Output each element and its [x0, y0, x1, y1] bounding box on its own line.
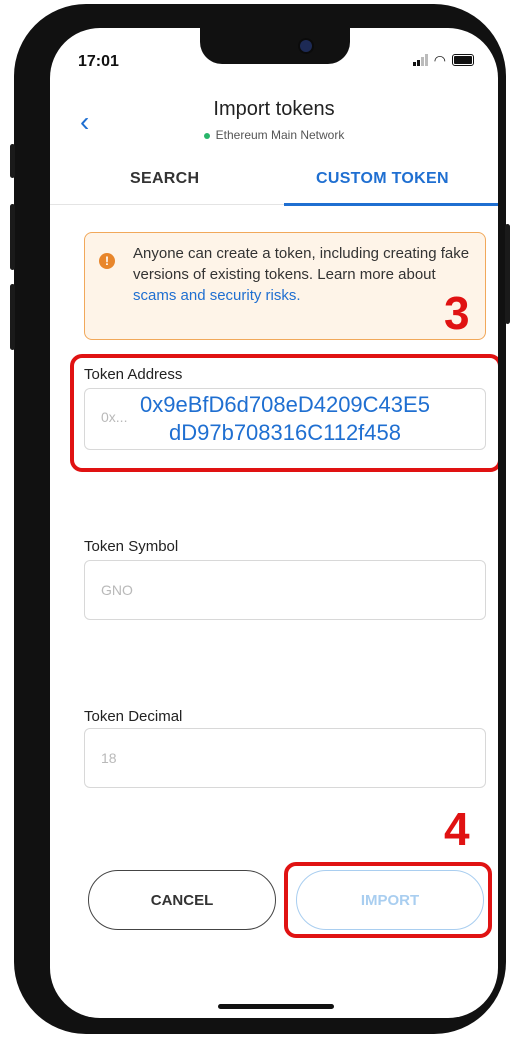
tab-custom-token[interactable]: CUSTOM TOKEN: [316, 170, 449, 188]
token-decimal-label: Token Decimal: [84, 708, 183, 725]
network-indicator: Ethereum Main Network: [50, 128, 498, 142]
phone-screen: 17:01 ◠ ‹ Import tokens Ethereum Main Ne…: [50, 28, 498, 1018]
volume-down-button: [10, 284, 15, 350]
token-symbol-input[interactable]: GNO: [84, 560, 486, 620]
token-decimal-placeholder: 18: [101, 750, 117, 766]
annotation-step-4: 4: [444, 803, 470, 855]
power-button: [505, 224, 510, 324]
signal-icon: [412, 54, 428, 66]
scams-risks-link[interactable]: scams and security risks.: [133, 287, 301, 304]
status-time: 17:01: [78, 53, 119, 70]
tab-search[interactable]: SEARCH: [130, 170, 199, 188]
battery-icon: [452, 54, 474, 66]
token-address-overlay: 0x9eBfD6d708eD4209C43E5 dD97b708316C112f…: [85, 391, 485, 447]
volume-up-button: [10, 204, 15, 270]
token-address-label: Token Address: [84, 366, 183, 383]
page-title: Import tokens: [213, 98, 335, 120]
camera: [300, 40, 312, 52]
warning-text: Anyone can create a token, including cre…: [133, 245, 470, 304]
token-address-input[interactable]: 0x... 0x9eBfD6d708eD4209C43E5 dD97b70831…: [84, 388, 486, 450]
warning-banner: ! Anyone can create a token, including c…: [84, 232, 486, 340]
import-button[interactable]: IMPORT: [296, 870, 484, 930]
status-icons: ◠: [412, 52, 474, 68]
alert-icon: !: [99, 253, 115, 269]
token-decimal-input[interactable]: 18: [84, 728, 486, 788]
address-line-2: dD97b708316C112f458: [168, 420, 402, 445]
active-tab-indicator: [284, 203, 498, 206]
network-name: Ethereum Main Network: [215, 128, 345, 142]
notch: [200, 28, 350, 64]
network-status-dot: [203, 132, 210, 139]
token-symbol-label: Token Symbol: [84, 538, 179, 555]
phone-frame: 17:01 ◠ ‹ Import tokens Ethereum Main Ne…: [10, 4, 510, 1034]
home-indicator: [218, 1004, 334, 1009]
wifi-icon: ◠: [433, 52, 446, 68]
annotation-step-3: 3: [444, 287, 470, 339]
token-symbol-placeholder: GNO: [101, 582, 133, 598]
cancel-button[interactable]: CANCEL: [88, 870, 276, 930]
address-line-1: 0x9eBfD6d708eD4209C43E5: [140, 392, 430, 417]
tab-bar: SEARCH CUSTOM TOKEN: [50, 160, 498, 206]
mute-switch: [10, 144, 15, 178]
